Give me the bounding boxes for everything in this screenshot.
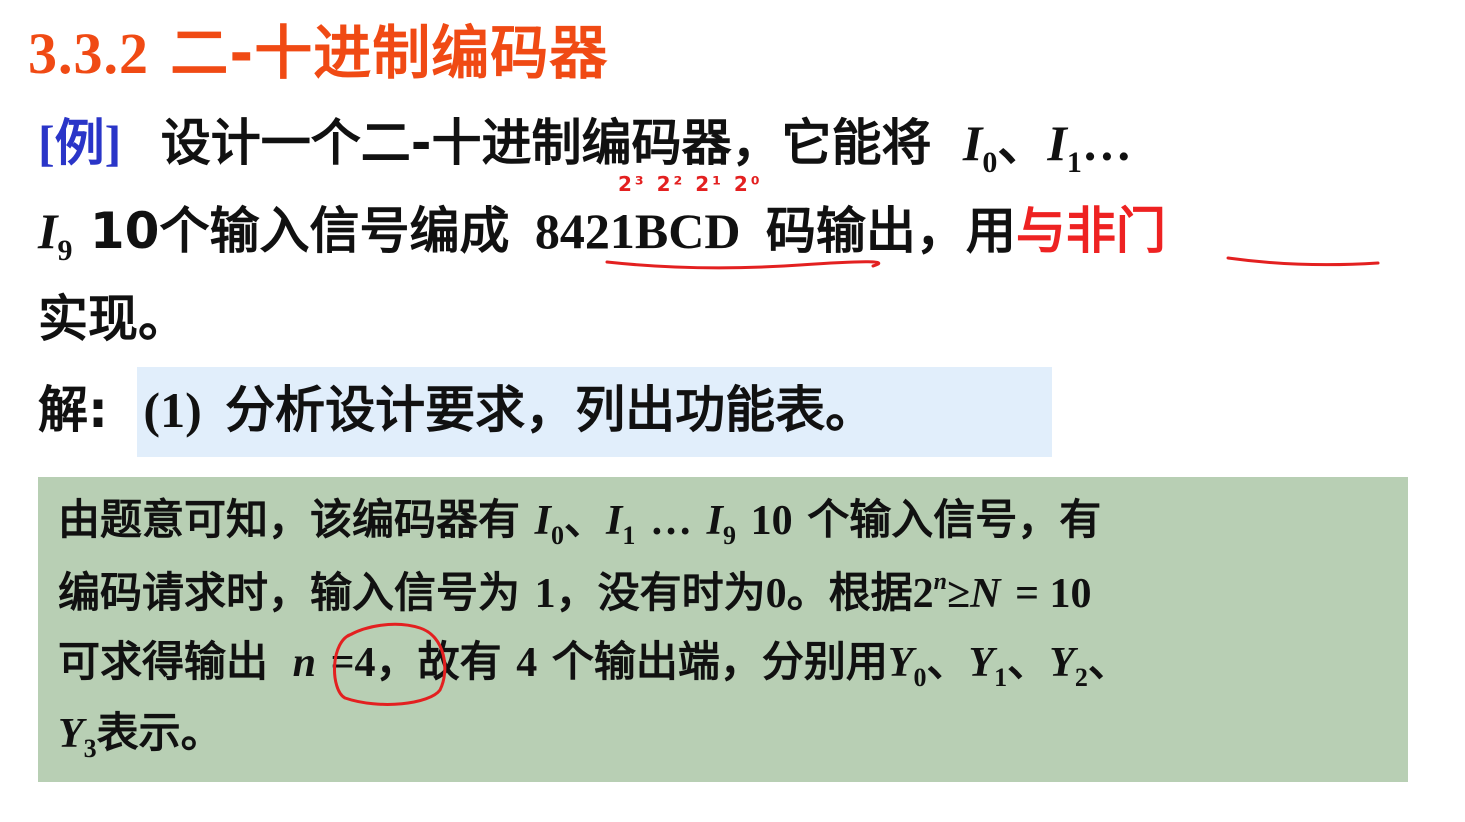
section-title-text: 二-十进制编码器: [170, 19, 609, 87]
separator: 、: [926, 637, 969, 686]
var-I1: I1: [1047, 115, 1082, 179]
box-text-2b: ，没有时为: [555, 568, 766, 617]
nand-gate-text: 与非门: [1015, 202, 1166, 260]
box-text-1a: 由题意可知，该编码器有: [58, 495, 521, 544]
var-N: N: [970, 571, 1001, 617]
box-text-2c: 。根据: [786, 568, 913, 617]
solution-line: 解: (1) 分析设计要求，列出功能表。: [38, 385, 875, 435]
bit-weight-annotation: 2³ 2² 2¹ 2⁰: [618, 172, 763, 196]
value-four: 4: [516, 640, 538, 686]
var-I9: I9: [38, 203, 73, 267]
separator: 、: [997, 114, 1048, 172]
solution-label: 解:: [38, 381, 108, 439]
count-ten: 10: [750, 498, 793, 544]
example-line-1: [例] 设计一个二-十进制编码器，它能将 I0、I1…: [38, 118, 1132, 178]
box-text-3c: 个输出端，分别用: [551, 637, 888, 686]
example-text-3: 实现。: [38, 290, 188, 348]
solution-step-number: (1): [143, 382, 202, 438]
example-line-2: I9 10个输入信号编成 8421BCD 码输出，用与非门: [38, 206, 1166, 266]
section-number: 3.3.2: [28, 21, 149, 86]
equals-ten: = 10: [1015, 571, 1092, 617]
value-zero: 0: [765, 571, 787, 617]
box-line-3: 可求得输出 n =4，故有 4 个输出端，分别用Y0、Y1、Y2、: [58, 641, 1130, 691]
var-I0: I0: [962, 115, 998, 179]
box-line-4: Y3表示。: [58, 712, 223, 762]
example-text-2b: 码输出，用: [765, 202, 1016, 260]
ellipsis: …: [650, 498, 692, 544]
box-line-1: 由题意可知，该编码器有 I0、I1 … I9 10 个输入信号，有: [58, 499, 1101, 549]
example-text-2a: 10个输入信号编成: [89, 202, 510, 260]
var-n: n: [292, 640, 316, 686]
power-expression: 2n: [912, 569, 948, 617]
var-Y1: Y1: [968, 640, 1008, 692]
example-tag: [例]: [38, 115, 122, 171]
ellipsis: …: [1081, 115, 1132, 171]
equals-four: =4: [330, 640, 376, 686]
separator: 、: [1087, 637, 1130, 686]
var-I0: I0: [534, 498, 564, 550]
var-Y3: Y3: [58, 711, 97, 763]
box-text-3a: 可求得输出: [58, 637, 269, 686]
var-I9: I9: [706, 498, 736, 550]
box-text-1c: 个输入信号，有: [807, 495, 1102, 544]
separator: 、: [564, 495, 607, 544]
bcd-code: 8421BCD: [534, 203, 741, 259]
box-text-2a: 编码请求时，输入信号为: [58, 568, 521, 617]
solution-step-text: 分析设计要求，列出功能表。: [225, 381, 876, 439]
example-line-3: 实现。: [38, 294, 188, 344]
example-text-1: 设计一个二-十进制编码器，它能将: [160, 114, 932, 172]
box-text-3b: ，故有: [375, 637, 502, 686]
separator: 、: [1007, 637, 1050, 686]
value-one: 1: [534, 571, 556, 617]
box-line-2: 编码请求时，输入信号为 1，没有时为0。根据2n≥N = 10: [58, 570, 1092, 615]
var-I1: I1: [606, 498, 636, 550]
var-Y0: Y0: [887, 640, 927, 692]
section-title: 3.3.2 二-十进制编码器: [28, 6, 608, 90]
box-text-4: 表示。: [96, 708, 223, 757]
var-Y2: Y2: [1049, 640, 1088, 692]
nand-underline: [1226, 256, 1380, 267]
ge-symbol: ≥: [947, 571, 971, 617]
